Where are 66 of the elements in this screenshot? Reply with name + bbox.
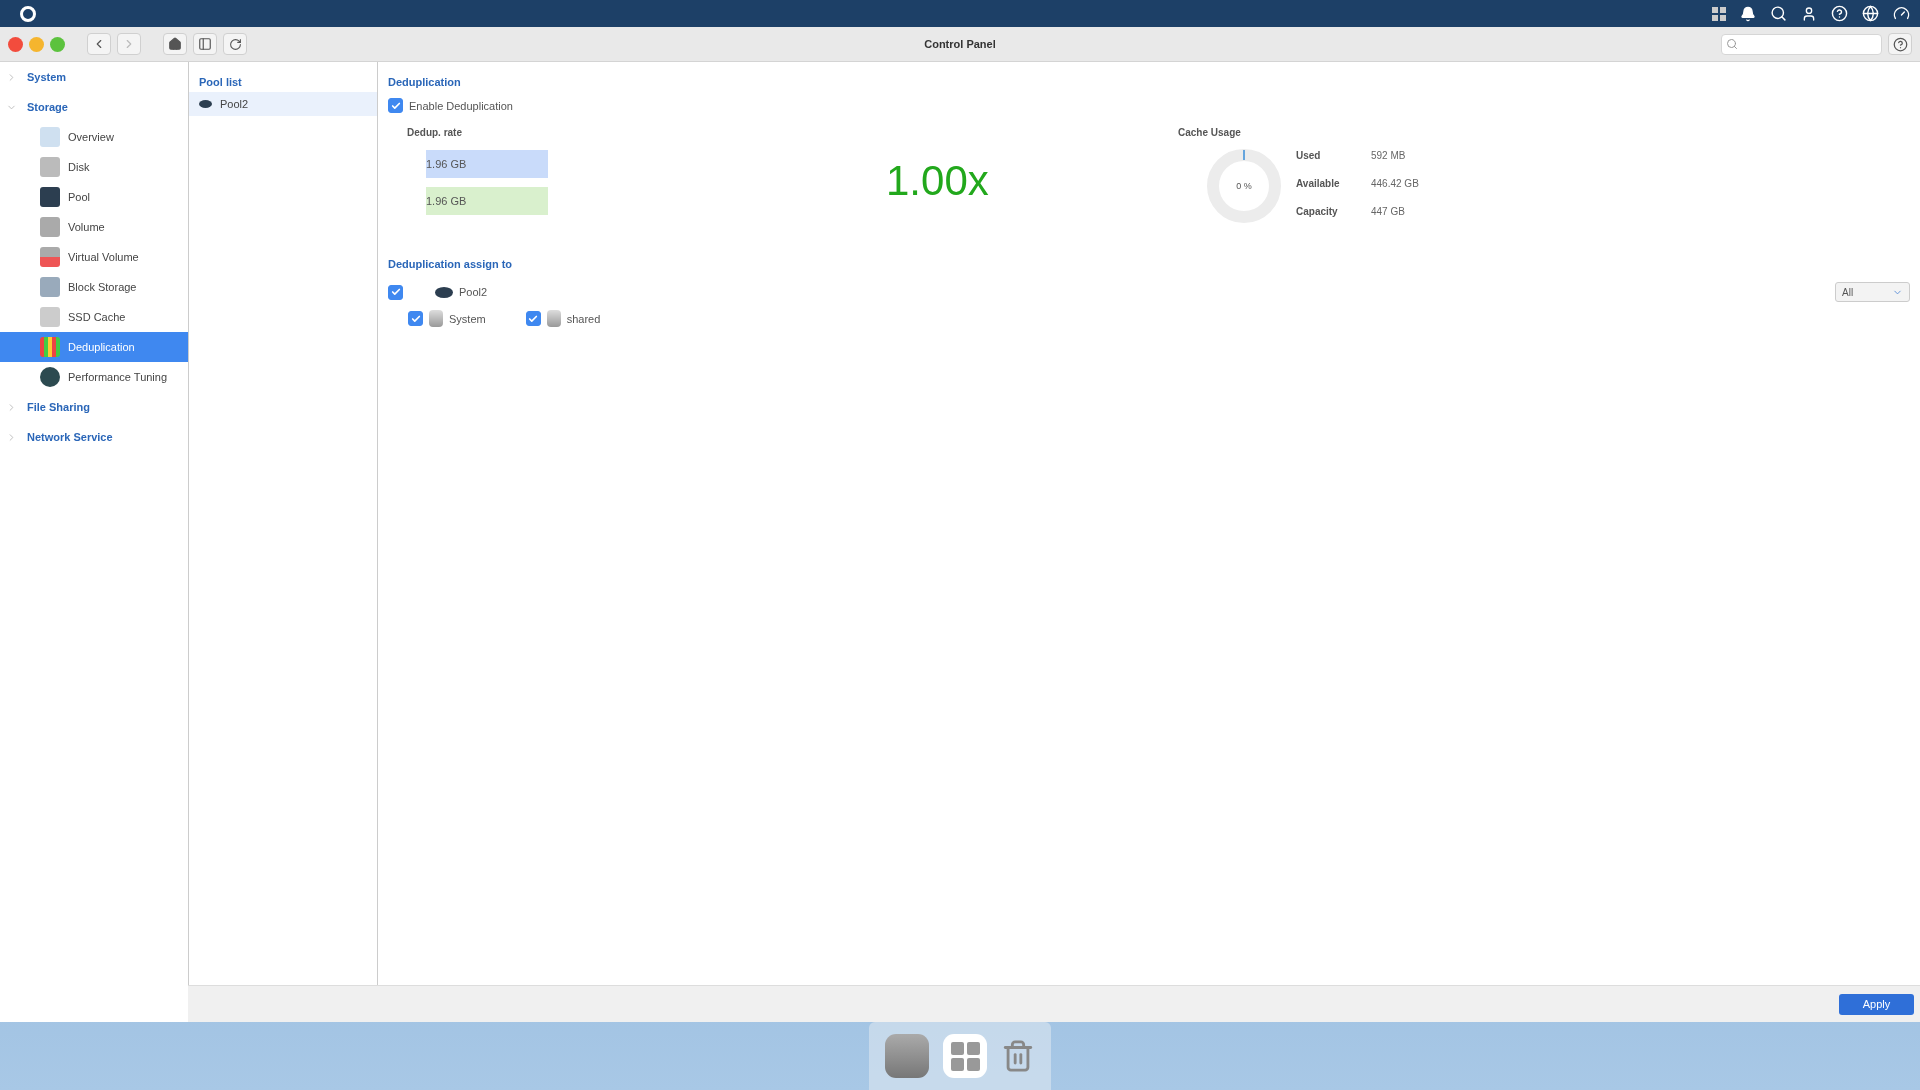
trash-bin-icon[interactable] (1001, 1039, 1035, 1073)
maximize-button[interactable] (50, 36, 65, 52)
sidebar-group[interactable]: System (0, 62, 188, 92)
sidebar-item[interactable]: Pool (0, 182, 188, 212)
pool-list-title: Pool list (198, 75, 243, 90)
notification-bell-icon[interactable] (1740, 5, 1756, 22)
home-icon (168, 37, 182, 51)
cache-usage-label: Cache Usage (1178, 127, 1242, 138)
sidebar-group[interactable]: Storage (0, 92, 188, 122)
search-icon[interactable] (1770, 5, 1787, 22)
checkbox[interactable] (525, 311, 541, 326)
check-icon (410, 313, 421, 324)
sidebar-group[interactable]: File Sharing (0, 392, 188, 422)
volume-label: System (449, 312, 486, 325)
section-title: Deduplication assign to (388, 258, 514, 270)
check-icon (390, 287, 401, 297)
panel-icon (198, 37, 212, 51)
sidebar-item[interactable]: Deduplication (0, 332, 188, 362)
check-icon (390, 100, 401, 111)
sidebar-toggle-button[interactable] (193, 33, 217, 55)
home-button[interactable] (163, 33, 187, 55)
stat-value: 446.42 GB (1371, 178, 1419, 189)
sidebar-item[interactable]: Performance Tuning (0, 362, 188, 392)
search-field[interactable] (1721, 33, 1882, 55)
dedup-ratio: 1.00x (886, 157, 989, 206)
close-button[interactable] (8, 36, 23, 52)
help-icon (1892, 36, 1908, 52)
sidebar-item[interactable]: Volume (0, 212, 188, 242)
sidebar-item[interactable]: Block Storage (0, 272, 188, 302)
sidebar-group[interactable]: Network Service (0, 422, 188, 452)
stat-value: 592 MB (1371, 150, 1407, 161)
sidebar-item[interactable]: SSD Cache (0, 302, 188, 332)
cache-percent: 0 % (1236, 181, 1252, 191)
pool-label: Pool2 (459, 286, 488, 298)
pool-list-item[interactable]: Pool2 (189, 92, 377, 116)
globe-icon[interactable] (1862, 5, 1879, 22)
app-grid-app-icon[interactable] (943, 1034, 987, 1078)
stat-label: Used (1296, 150, 1322, 161)
size-bar: 1.96 GB (426, 187, 548, 215)
check-icon (528, 313, 539, 324)
apps-grid-icon[interactable] (1712, 6, 1726, 21)
checkbox[interactable] (388, 284, 403, 300)
help-icon[interactable] (1831, 5, 1848, 22)
sidebar-item[interactable]: Overview (0, 122, 188, 152)
dedup-rate-label: Dedup. rate (407, 127, 463, 138)
logo-icon[interactable] (20, 5, 36, 22)
filter-dropdown[interactable]: All (1835, 282, 1910, 302)
apply-button[interactable]: Apply (1839, 993, 1914, 1015)
stat-label: Available (1296, 178, 1341, 189)
help-button[interactable] (1888, 33, 1912, 55)
search-icon (1726, 38, 1738, 50)
user-icon[interactable] (1801, 5, 1817, 22)
volume-label: shared (566, 312, 601, 325)
window-title: Control Panel (924, 38, 996, 50)
checkbox[interactable] (388, 98, 403, 113)
sidebar-item[interactable]: Disk (0, 152, 188, 182)
checkbox[interactable] (408, 311, 423, 326)
stat-label: Capacity (1296, 206, 1339, 217)
checkbox-label: Enable Deduplication (409, 99, 513, 112)
refresh-icon (228, 37, 242, 51)
stat-value: 447 GB (1371, 206, 1406, 217)
section-title: Deduplication (388, 76, 462, 88)
back-button[interactable] (87, 33, 111, 55)
size-bar: 1.96 GB (426, 150, 548, 178)
refresh-button[interactable] (223, 33, 247, 55)
sidebar-item[interactable]: Virtual Volume (0, 242, 188, 272)
